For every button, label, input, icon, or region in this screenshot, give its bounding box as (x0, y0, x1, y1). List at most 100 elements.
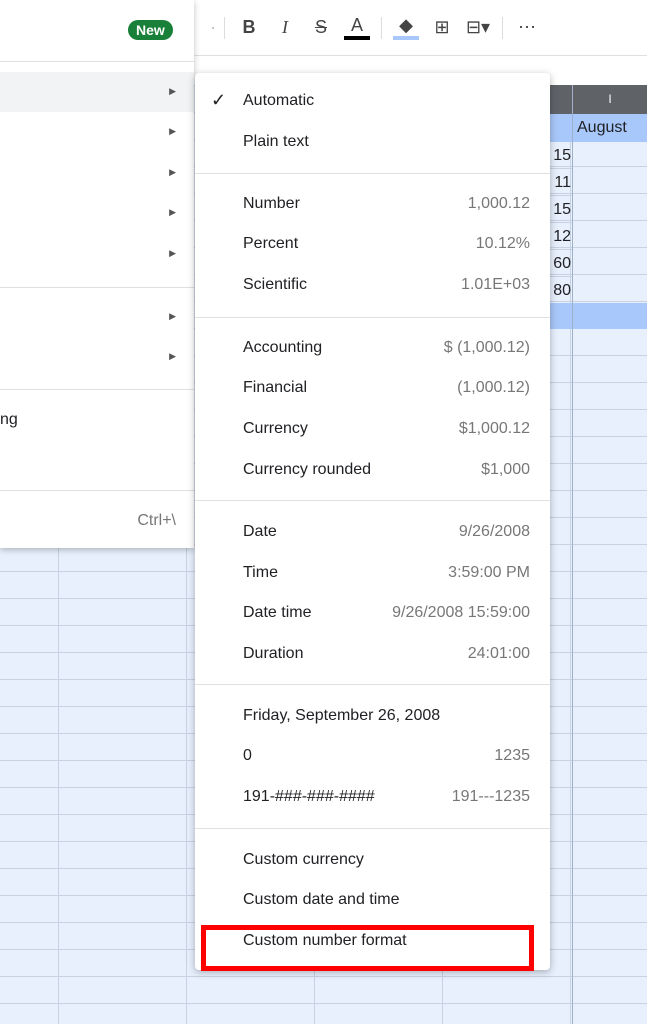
format-label: Currency (243, 420, 308, 437)
format-item[interactable]: 191-###-###-#### 191---1235 (243, 785, 530, 809)
menu-item-number[interactable]: ▶ (0, 72, 194, 112)
format-item[interactable]: Currency $1,000.12 (243, 417, 530, 441)
divider (224, 16, 225, 39)
cell[interactable]: 12 (549, 223, 572, 250)
submenu-arrow-icon: ▶ (169, 311, 176, 321)
divider (0, 389, 194, 390)
format-example: (1,000.12) (457, 379, 530, 396)
toolbar: · B I S A ◆ ⊞ ⊟▾ ⋯ (194, 0, 647, 56)
cell[interactable]: 60 (549, 250, 572, 277)
format-example: 24:01:00 (467, 645, 530, 662)
divider (195, 317, 550, 318)
more-icon[interactable]: ⋯ (509, 17, 545, 38)
divider (502, 16, 503, 39)
format-example: $1,000.12 (458, 420, 530, 437)
merge-cells-icon[interactable]: ⊟▾ (460, 17, 496, 38)
selected-row[interactable] (549, 303, 647, 329)
menu-item-label: ng (0, 411, 18, 428)
format-example: 1.01E+03 (461, 276, 530, 293)
menu-item[interactable]: ▶ (0, 297, 194, 337)
format-example: 3:59:00 PM (448, 564, 530, 581)
column-header: I (549, 85, 647, 114)
format-custom-currency[interactable]: Custom currency (243, 848, 530, 872)
fill-color-icon[interactable]: ◆ (393, 15, 419, 40)
submenu-arrow-icon: ▶ (169, 126, 176, 136)
format-label: Date (243, 523, 277, 540)
format-label: Friday, September 26, 2008 (243, 707, 441, 724)
format-label: Currency rounded (243, 461, 372, 478)
format-example: $1,000 (481, 461, 530, 478)
number-format-submenu: ✓ Automatic Plain text Number 1,000.12 Per… (195, 73, 550, 970)
format-plain-text[interactable]: Plain text (243, 130, 530, 154)
divider (195, 173, 550, 174)
format-label: Percent (243, 235, 299, 252)
menu-item-clear-formatting[interactable]: Ctrl+\ (0, 502, 194, 542)
format-label: Time (243, 564, 278, 581)
label: Custom date and time (243, 891, 400, 908)
format-example: 10.12% (475, 235, 530, 252)
cell[interactable]: 11 (549, 169, 572, 196)
divider (0, 61, 194, 62)
label: Custom currency (243, 851, 364, 868)
submenu-arrow-icon: ▶ (169, 248, 176, 258)
format-example: $ (1,000.12) (443, 339, 530, 356)
format-example: 1,000.12 (467, 195, 530, 212)
column-divider (572, 85, 573, 1024)
column-header-h[interactable] (549, 85, 572, 114)
divider (0, 490, 194, 491)
cell[interactable]: 15 (549, 196, 572, 223)
bold-icon[interactable]: B (231, 17, 267, 38)
format-label: Date time (243, 604, 312, 621)
highlight-box (201, 925, 534, 971)
check-icon: ✓ (211, 90, 227, 110)
dropdown-icon[interactable]: · (208, 17, 218, 38)
format-automatic[interactable]: Automatic (243, 89, 530, 113)
format-example: 1235 (494, 747, 530, 764)
format-example: 9/26/2008 15:59:00 (392, 604, 530, 621)
format-item[interactable]: Accounting $ (1,000.12) (243, 336, 530, 360)
format-label: 0 (243, 747, 252, 764)
submenu-arrow-icon: ▶ (169, 167, 176, 177)
format-label: 191-###-###-#### (243, 788, 375, 805)
strikethrough-icon[interactable]: S (303, 17, 339, 38)
menu-item[interactable]: ▶ (0, 234, 194, 274)
format-label: Accounting (243, 339, 323, 356)
format-item[interactable]: 0 1235 (243, 744, 530, 768)
text-color-icon[interactable]: A (344, 15, 370, 40)
format-example: 9/26/2008 (458, 523, 530, 540)
format-item[interactable]: Scientific 1.01E+03 (243, 273, 530, 297)
format-item[interactable]: Friday, September 26, 2008 (243, 704, 530, 728)
menu-item[interactable]: ▶ (0, 193, 194, 233)
format-custom-date-time[interactable]: Custom date and time (243, 888, 530, 912)
borders-icon[interactable]: ⊞ (424, 17, 460, 38)
menu-item[interactable]: ▶ (0, 153, 194, 193)
column-header-i[interactable]: I (572, 85, 647, 114)
format-item[interactable]: Time 3:59:00 PM (243, 561, 530, 585)
format-label: Duration (243, 645, 304, 662)
italic-icon[interactable]: I (267, 17, 303, 38)
divider (195, 828, 550, 829)
format-item[interactable]: Duration 24:01:00 (243, 642, 530, 666)
format-item[interactable]: Number 1,000.12 (243, 192, 530, 216)
format-item[interactable]: Financial (1,000.12) (243, 376, 530, 400)
format-label: Financial (243, 379, 308, 396)
cell[interactable]: 80 (549, 277, 572, 304)
header-cell-august[interactable]: August (577, 119, 627, 137)
format-label: Number (243, 195, 300, 212)
cell-values: 15 11 15 12 60 80 (549, 142, 572, 304)
shortcut-label: Ctrl+\ (137, 512, 176, 529)
format-item[interactable]: Currency rounded $1,000 (243, 458, 530, 482)
new-badge: New (128, 20, 173, 40)
cell[interactable]: 15 (549, 142, 572, 169)
submenu-arrow-icon: ▶ (169, 207, 176, 217)
format-item[interactable]: Date time 9/26/2008 15:59:00 (243, 601, 530, 625)
menu-item[interactable]: ▶ (0, 112, 194, 152)
label: Automatic (243, 92, 315, 109)
menu-item[interactable]: ▶ (0, 337, 194, 377)
menu-item-conditional-formatting[interactable]: ng (0, 401, 194, 441)
submenu-arrow-icon: ▶ (169, 86, 176, 96)
format-menu: New ▶ ▶ ▶ ▶ ▶ ▶ ▶ ng Ctrl+\ (0, 0, 194, 548)
format-example: 191---1235 (451, 788, 530, 805)
format-item[interactable]: Percent 10.12% (243, 232, 530, 256)
format-item[interactable]: Date 9/26/2008 (243, 520, 530, 544)
